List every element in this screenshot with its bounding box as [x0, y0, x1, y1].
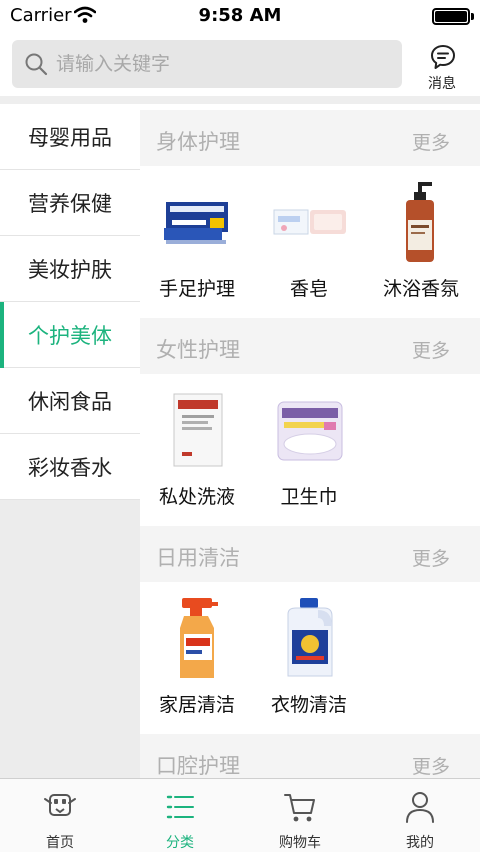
status-bar: Carrier 9:58 AM	[0, 0, 480, 32]
wash-sachet-icon	[173, 393, 223, 467]
search-icon	[25, 53, 48, 76]
list-icon	[166, 795, 194, 819]
tab-label: 我的	[406, 835, 434, 851]
tab-category[interactable]: 分类	[120, 779, 240, 852]
message-button[interactable]: 消息	[414, 42, 470, 92]
product-item[interactable]: 香皂	[254, 166, 364, 310]
product-name: 手足护理	[158, 278, 235, 300]
cream-tube-icon	[164, 202, 228, 244]
section-header: 身体护理 更多	[140, 110, 480, 166]
more-link[interactable]: 更多	[412, 336, 450, 363]
search-input[interactable]	[56, 40, 386, 88]
tab-home[interactable]: 首页	[0, 779, 120, 852]
section-header: 女性护理 更多	[140, 318, 480, 374]
product-name: 香皂	[289, 278, 328, 300]
soap-bar-icon	[273, 209, 346, 235]
product-item[interactable]: 私处洗液	[142, 374, 252, 518]
tab-label: 首页	[46, 835, 74, 851]
sidebar-item-label: 休闲食品	[28, 389, 112, 414]
sidebar-item-label: 营养保健	[28, 191, 112, 216]
detergent-bottle-icon	[287, 598, 333, 677]
sidebar-item-label: 美妆护肤	[28, 257, 112, 282]
section-title: 女性护理	[156, 338, 240, 362]
product-item[interactable]: 卫生巾	[254, 374, 364, 518]
product-name: 衣物清洁	[270, 694, 347, 716]
pump-bottle-icon	[406, 182, 434, 262]
product-item[interactable]: 家居清洁	[142, 582, 252, 726]
section-title: 口腔护理	[156, 754, 240, 778]
tab-bar: 首页 分类 购物车 我的	[0, 778, 480, 852]
search-box[interactable]	[12, 40, 402, 88]
tab-cart[interactable]: 购物车	[240, 779, 360, 852]
section-title: 身体护理	[156, 130, 240, 154]
pad-pack-icon	[277, 401, 343, 461]
sidebar-item-skincare[interactable]: 美妆护肤	[0, 236, 140, 302]
section-header: 口腔护理 更多	[140, 734, 480, 778]
sidebar-item-label: 彩妆香水	[28, 455, 112, 480]
product-name: 私处洗液	[158, 486, 235, 508]
tab-label: 分类	[166, 835, 194, 851]
product-name: 家居清洁	[158, 694, 235, 716]
tab-label: 购物车	[279, 835, 321, 851]
more-link[interactable]: 更多	[412, 752, 450, 778]
battery-icon	[432, 8, 470, 25]
search-header: 消息	[0, 32, 480, 96]
sidebar-item-label: 个护美体	[28, 323, 112, 348]
clock: 9:58 AM	[198, 5, 282, 26]
user-icon	[406, 792, 434, 823]
sidebar-item-makeup[interactable]: 彩妆香水	[0, 434, 140, 500]
more-link[interactable]: 更多	[412, 544, 450, 571]
category-content: 身体护理 更多 手足护理 香皂 沐浴香氛 女性护理 更多 私处洗液 卫生巾 日用…	[140, 104, 480, 778]
product-item[interactable]: 沐浴香氛	[366, 166, 476, 310]
battery-tip	[471, 13, 474, 20]
more-link[interactable]: 更多	[412, 128, 450, 155]
product-name: 卫生巾	[280, 486, 338, 508]
product-name: 沐浴香氛	[382, 278, 459, 300]
sidebar-item-snacks[interactable]: 休闲食品	[0, 368, 140, 434]
sidebar-item-label: 母婴用品	[28, 125, 112, 150]
section-title: 日用清洁	[156, 546, 240, 570]
product-item[interactable]: 手足护理	[142, 166, 252, 310]
header-divider	[0, 96, 480, 104]
sidebar-item-baby[interactable]: 母婴用品	[0, 104, 140, 170]
cart-icon	[284, 794, 315, 822]
product-item[interactable]: 衣物清洁	[254, 582, 364, 726]
message-label: 消息	[428, 76, 456, 92]
tab-profile[interactable]: 我的	[360, 779, 480, 852]
spray-bottle-icon	[180, 598, 218, 678]
home-robot-icon	[44, 794, 76, 816]
sidebar-item-nutrition[interactable]: 营养保健	[0, 170, 140, 236]
category-sidebar: 母婴用品 营养保健 美妆护肤 个护美体 休闲食品 彩妆香水	[0, 104, 140, 778]
chat-bubble-icon	[431, 45, 455, 69]
sidebar-item-personal-care[interactable]: 个护美体	[0, 302, 140, 368]
section-header: 日用清洁 更多	[140, 526, 480, 582]
